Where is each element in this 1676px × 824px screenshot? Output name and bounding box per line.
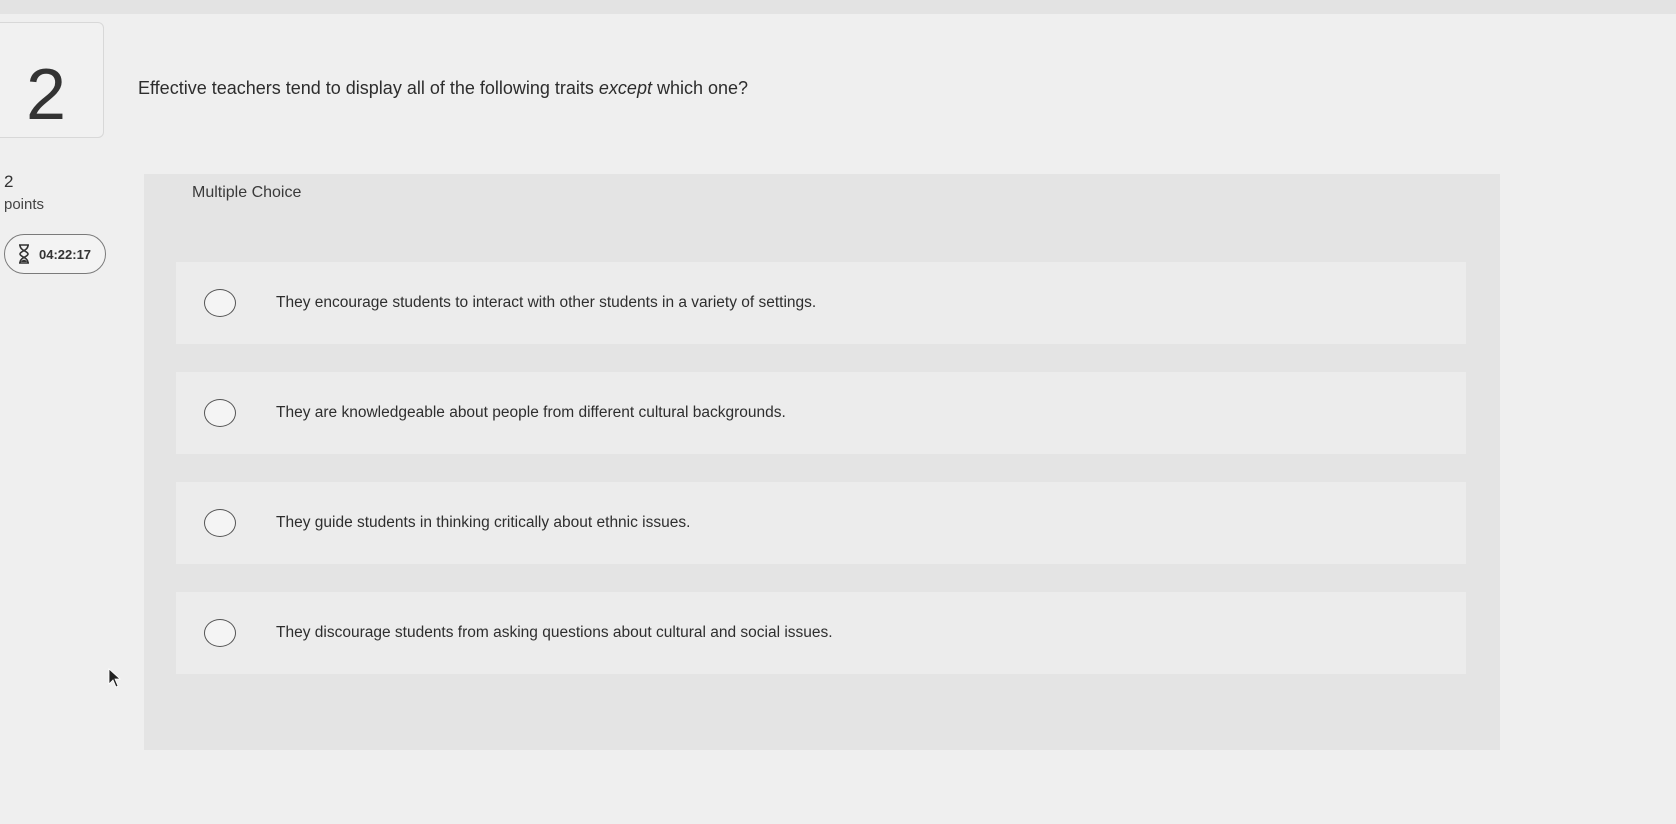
answer-type-label: Multiple Choice — [192, 184, 302, 201]
hourglass-icon — [17, 244, 31, 264]
option-4[interactable]: They discourage students from asking que… — [176, 592, 1466, 674]
question-text-end: which one? — [651, 78, 749, 98]
question-number-box: 2 — [0, 22, 104, 138]
option-3-label: They guide students in thinking critical… — [276, 514, 691, 531]
timer-text: 04:22:17 — [39, 246, 92, 262]
option-1[interactable]: They encourage students to interact with… — [176, 262, 1466, 344]
question-text: Effective teachers tend to display all o… — [138, 78, 748, 99]
top-bar — [0, 0, 1676, 14]
question-text-emphasis: except — [598, 78, 652, 98]
points-label: points — [4, 196, 45, 213]
mouse-pointer-icon — [108, 668, 122, 693]
option-2[interactable]: They are knowledgeable about people from… — [176, 372, 1466, 454]
radio-button-1[interactable] — [204, 289, 236, 317]
option-3[interactable]: They guide students in thinking critical… — [176, 482, 1466, 564]
question-number: 2 — [26, 55, 67, 135]
timer: 04:22:17 — [4, 234, 106, 274]
option-1-label: They encourage students to interact with… — [276, 294, 817, 311]
points-value: 2 — [4, 172, 14, 191]
question-text-start: Effective teachers tend to display all o… — [138, 78, 599, 98]
option-4-label: They discourage students from asking que… — [276, 624, 833, 641]
radio-button-2[interactable] — [204, 399, 236, 427]
radio-button-3[interactable] — [204, 509, 236, 537]
radio-button-4[interactable] — [204, 619, 236, 647]
option-2-label: They are knowledgeable about people from… — [276, 404, 786, 421]
